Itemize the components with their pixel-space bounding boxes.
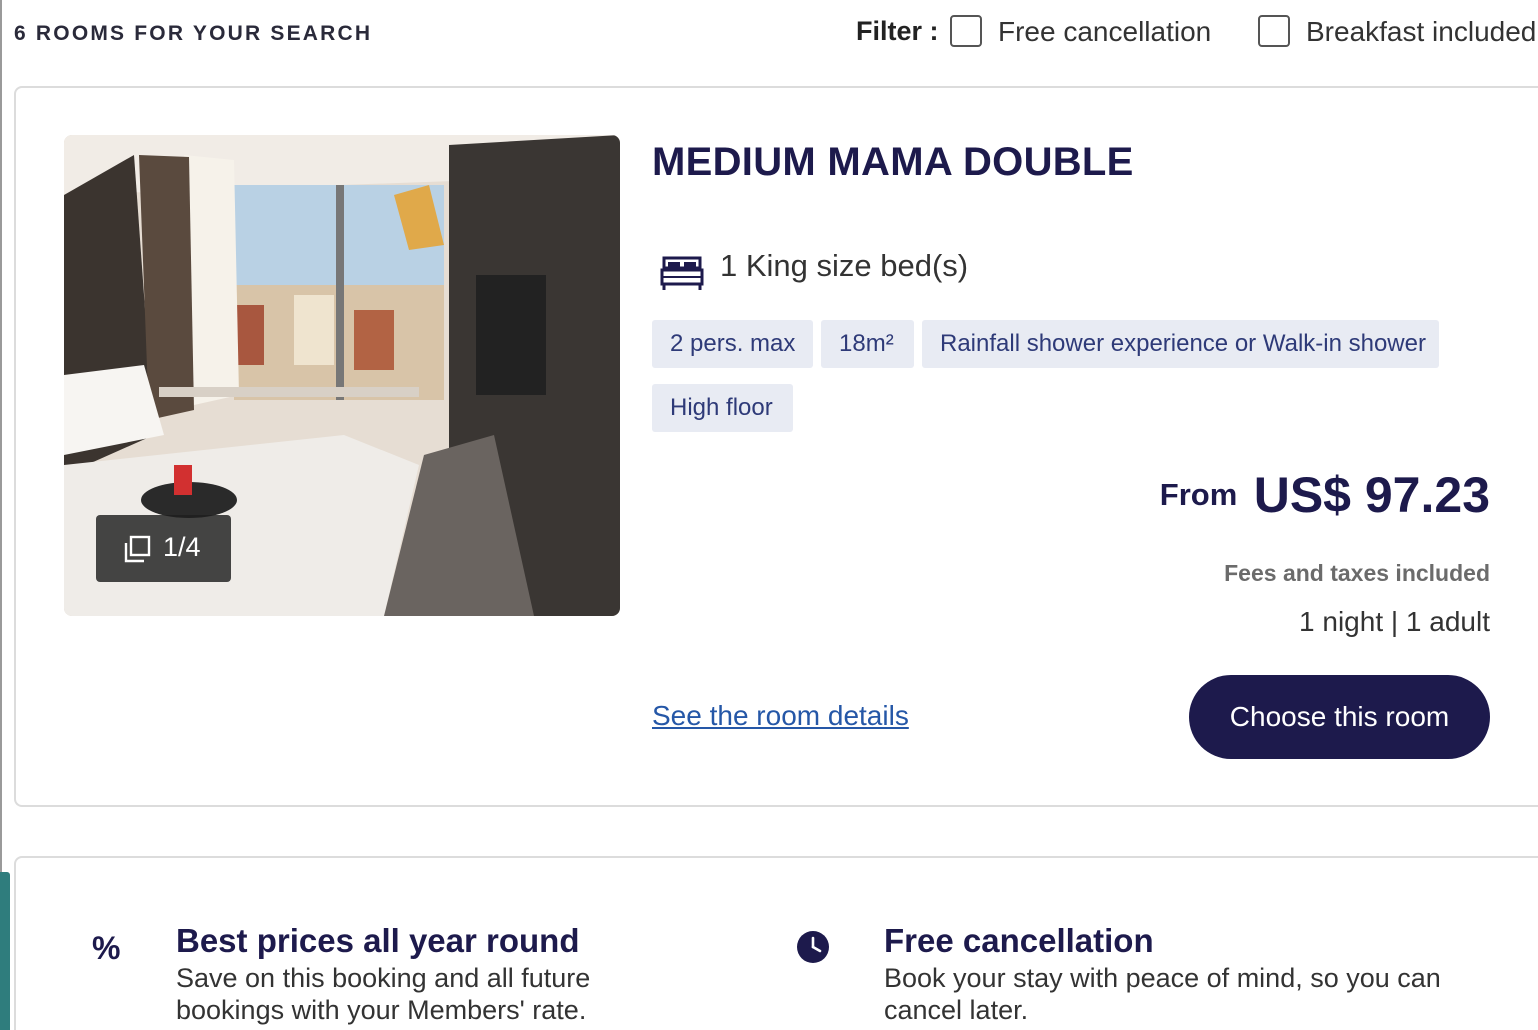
benefit-title-free-cancellation: Free cancellation xyxy=(884,922,1154,959)
tag-max-occupancy: 2 pers. max xyxy=(652,320,813,368)
benefit-desc-free-cancellation: Book your stay with peace of mind, so yo… xyxy=(884,963,1441,1025)
tag-high-floor: High floor xyxy=(652,384,793,432)
tag-room-size: 18m² xyxy=(821,320,914,368)
choose-room-button[interactable]: Choose this room xyxy=(1189,675,1490,759)
stay-summary: 1 night | 1 adult xyxy=(1299,606,1490,637)
room-photo[interactable]: 1/4 xyxy=(64,135,620,616)
breakfast-included-label[interactable]: Breakfast included xyxy=(1306,16,1536,48)
room-card: 1/4 MEDIUM MAMA DOUBLE 1 King size bed(s… xyxy=(14,86,1538,807)
free-cancellation-checkbox[interactable] xyxy=(950,15,982,47)
photo-counter[interactable]: 1/4 xyxy=(96,515,231,582)
room-title: MEDIUM MAMA DOUBLE xyxy=(652,140,1134,184)
free-cancellation-label[interactable]: Free cancellation xyxy=(998,16,1211,48)
price-value: US$ 97.23 xyxy=(1253,467,1490,523)
bed-description: 1 King size bed(s) xyxy=(720,248,969,283)
fees-note: Fees and taxes included xyxy=(1224,560,1490,586)
price-row: From US$ 97.23 xyxy=(1160,466,1490,524)
results-count: 6 ROOMS FOR YOUR SEARCH xyxy=(14,22,373,45)
results-header: 6 ROOMS FOR YOUR SEARCH Filter : Free ca… xyxy=(14,0,1538,66)
percent-icon: % xyxy=(92,930,121,966)
bed-icon xyxy=(660,256,704,290)
price-from-label: From xyxy=(1159,477,1238,512)
gallery-icon xyxy=(124,535,151,563)
side-accent-tab[interactable] xyxy=(0,872,10,1030)
benefits-card: % Best prices all year round Save on thi… xyxy=(14,856,1538,1030)
clock-icon xyxy=(797,931,829,963)
filter-label: Filter : xyxy=(856,16,939,46)
benefit-desc-best-prices: Save on this booking and all future book… xyxy=(176,963,591,1025)
photo-counter-text: 1/4 xyxy=(163,532,201,562)
tag-shower: Rainfall shower experience or Walk-in sh… xyxy=(922,320,1439,368)
benefit-title-best-prices: Best prices all year round xyxy=(176,922,580,959)
see-room-details-link[interactable]: See the room details xyxy=(652,700,909,732)
breakfast-included-checkbox[interactable] xyxy=(1258,15,1290,47)
